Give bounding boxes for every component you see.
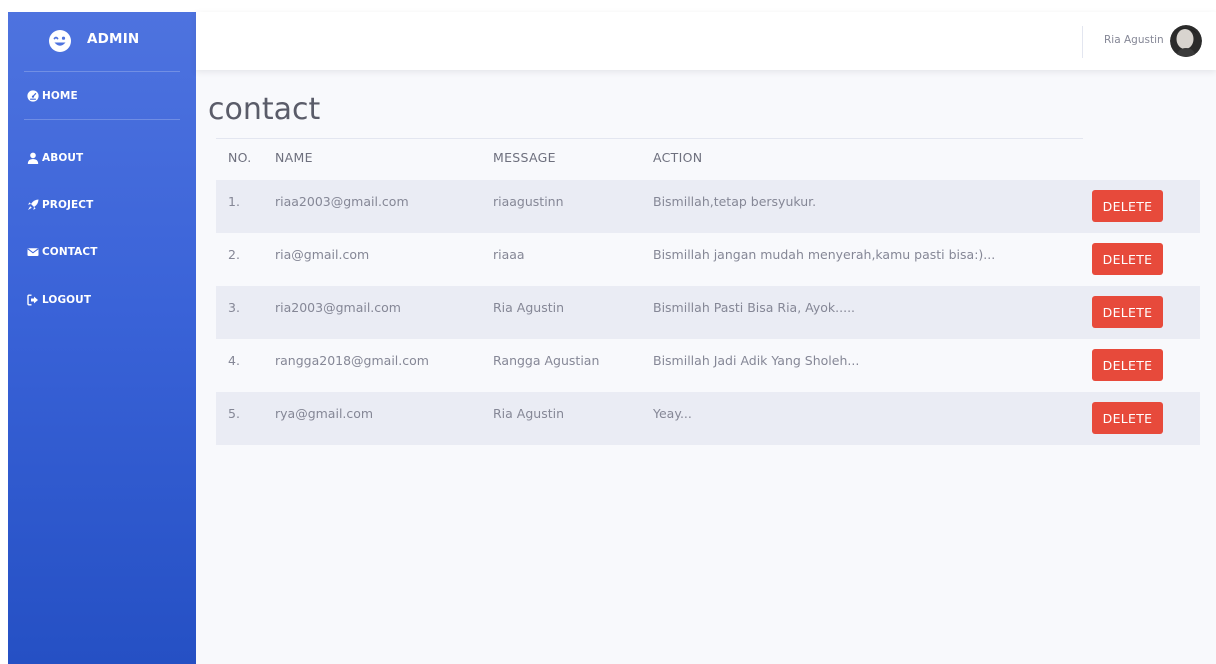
user-name[interactable]: Ria Agustin	[1104, 34, 1164, 46]
row-number: 1.	[228, 194, 240, 209]
main-content: contact NO. NAME MESSAGE ACTION 1. riaa2…	[196, 70, 1216, 664]
column-header-no: NO.	[228, 150, 252, 165]
row-message: Ria Agustin	[493, 406, 565, 421]
table-row: 2. ria@gmail.com riaaa Bismillah jangan …	[216, 233, 1200, 286]
sidebar-item-label: LOGOUT	[42, 294, 92, 306]
row-name: ria@gmail.com	[275, 247, 370, 262]
row-message: riaaa	[493, 247, 525, 262]
row-message: Ria Agustin	[493, 300, 565, 315]
envelope-icon	[27, 248, 39, 256]
sidebar-item-project[interactable]: PROJECT	[8, 191, 196, 219]
row-action-text: Bismillah Jadi Adik Yang Sholeh...	[653, 353, 860, 368]
row-action-text: Yeay...	[653, 406, 692, 421]
delete-button[interactable]: DELETE	[1092, 402, 1163, 434]
sidebar-item-logout[interactable]: LOGOUT	[8, 286, 196, 314]
row-number: 2.	[228, 247, 240, 262]
laugh-wink-icon	[49, 30, 71, 52]
tachometer-icon	[27, 90, 39, 102]
table-row: 4. rangga2018@gmail.com Rangga Agustian …	[216, 339, 1200, 392]
sidebar-divider	[24, 71, 180, 72]
column-header-message: MESSAGE	[493, 150, 556, 165]
brand-title: ADMIN	[87, 31, 140, 47]
delete-button[interactable]: DELETE	[1092, 349, 1163, 381]
row-name: rangga2018@gmail.com	[275, 353, 429, 368]
row-name: riaa2003@gmail.com	[275, 194, 409, 209]
row-action-text: Bismillah jangan mudah menyerah,kamu pas…	[653, 247, 996, 262]
column-header-name: NAME	[275, 150, 313, 165]
sidebar-item-contact[interactable]: CONTACT	[8, 238, 196, 266]
row-name: rya@gmail.com	[275, 406, 374, 421]
user-icon	[27, 152, 39, 164]
sidebar-item-label: PROJECT	[42, 199, 94, 211]
sidebar-item-about[interactable]: ABOUT	[8, 144, 196, 172]
sidebar-item-label: HOME	[42, 90, 78, 102]
sidebar-item-label: CONTACT	[42, 246, 98, 258]
row-action-text: Bismillah Pasti Bisa Ria, Ayok.....	[653, 300, 856, 315]
avatar[interactable]	[1170, 25, 1202, 57]
rocket-icon	[28, 199, 39, 210]
row-number: 4.	[228, 353, 240, 368]
topbar-divider	[1082, 26, 1083, 58]
title-divider	[216, 138, 1083, 139]
page-title: contact	[208, 92, 321, 127]
row-number: 3.	[228, 300, 240, 315]
delete-button[interactable]: DELETE	[1092, 296, 1163, 328]
topbar: Ria Agustin	[196, 12, 1216, 70]
sidebar-brand[interactable]: ADMIN	[8, 12, 196, 70]
table-row: 5. rya@gmail.com Ria Agustin Yeay... DEL…	[216, 392, 1200, 445]
sidebar-divider	[24, 119, 180, 120]
table-row: 1. riaa2003@gmail.com riaagustinn Bismil…	[216, 180, 1200, 233]
sidebar-item-home[interactable]: HOME	[8, 82, 196, 110]
app-window: ADMIN HOME ABOUT PROJECT CONTACT LOGOUT …	[0, 0, 1216, 664]
row-name: ria2003@gmail.com	[275, 300, 401, 315]
delete-button[interactable]: DELETE	[1092, 190, 1163, 222]
sidebar: ADMIN HOME ABOUT PROJECT CONTACT LOGOUT	[8, 12, 196, 664]
column-header-action: ACTION	[653, 150, 703, 165]
row-number: 5.	[228, 406, 240, 421]
sidebar-item-label: ABOUT	[42, 152, 84, 164]
delete-button[interactable]: DELETE	[1092, 243, 1163, 275]
row-action-text: Bismillah,tetap bersyukur.	[653, 194, 817, 209]
table-row: 3. ria2003@gmail.com Ria Agustin Bismill…	[216, 286, 1200, 339]
sign-out-icon	[27, 294, 38, 306]
row-message: Rangga Agustian	[493, 353, 600, 368]
row-message: riaagustinn	[493, 194, 564, 209]
